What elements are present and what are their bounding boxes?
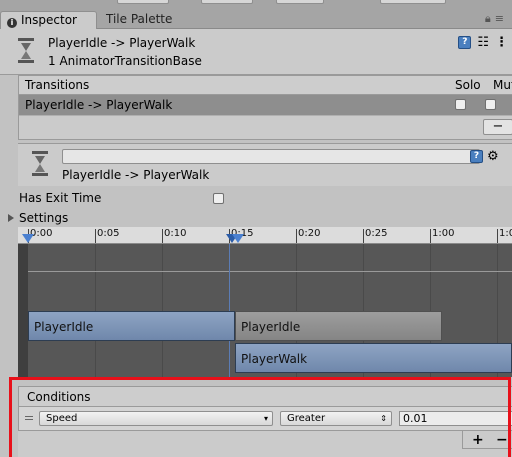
window-tab-strip: i Inspector Tile Palette 🔒︎≡ — [0, 0, 512, 29]
timeline-tick — [363, 229, 364, 243]
has-exit-time-label: Has Exit Time — [19, 191, 102, 205]
presets-icon[interactable]: ☷ — [477, 35, 489, 50]
mode-dropdown[interactable]: Greater ⇕ — [280, 411, 392, 426]
settings-label: Settings — [19, 211, 69, 225]
transition-row[interactable]: PlayerIdle -> PlayerWalk — [19, 95, 512, 115]
timeline-tick-label: 0:05 — [97, 228, 120, 239]
mute-column-label: Mute — [493, 78, 512, 92]
destination-clip-bar[interactable]: PlayerWalk — [235, 343, 512, 373]
transition-detail-title: PlayerIdle -> PlayerWalk — [62, 168, 210, 182]
timeline-tick-label: 0:10 — [164, 228, 187, 239]
inspector-title: PlayerIdle -> PlayerWalk — [48, 36, 196, 50]
header-tools: ? ☷ ⋮ — [458, 35, 508, 50]
source-clip-bar[interactable]: PlayerIdle — [28, 311, 235, 341]
settings-foldout[interactable]: Settings — [8, 211, 68, 225]
conditions-footer: + − — [462, 431, 512, 449]
tab-inspector[interactable]: i Inspector — [0, 11, 97, 29]
menu-icon[interactable]: ≡ — [495, 12, 508, 25]
condition-row[interactable]: Speed ▾ Greater ⇕ 0.01 — [18, 407, 512, 431]
timeline-tick — [430, 229, 431, 243]
has-exit-time-checkbox[interactable] — [213, 193, 224, 204]
parameter-value: Speed — [46, 413, 78, 424]
tab-label: Tile Palette — [106, 12, 173, 26]
chevron-down-icon: ▾ — [263, 414, 268, 423]
timeline-tick-label: 1:05 — [499, 228, 512, 239]
inspector-header: PlayerIdle -> PlayerWalk 1 AnimatorTrans… — [0, 29, 512, 75]
transition-timeline[interactable]: 0:00 0:05 0:10 0:15 0:20 0:25 1:00 1:05 … — [18, 227, 512, 377]
transition-end-marker[interactable] — [232, 234, 244, 243]
timeline-tick — [296, 229, 297, 243]
drag-handle-icon[interactable] — [25, 416, 33, 420]
solo-checkbox[interactable] — [455, 99, 466, 110]
transition-icon — [18, 38, 34, 63]
transitions-list: Transitions Solo Mute PlayerIdle -> Play… — [18, 75, 512, 140]
timeline-tick — [95, 229, 96, 243]
tab-label: Inspector — [21, 13, 77, 27]
more-icon[interactable]: ⋮ — [495, 35, 508, 50]
transitions-footer: − — [19, 115, 512, 139]
timeline-tick-label: 1:00 — [432, 228, 455, 239]
tab-tile-palette[interactable]: Tile Palette — [100, 11, 178, 29]
toolbar-button[interactable] — [201, 0, 253, 4]
timeline-track: PlayerIdle PlayerIdle PlayerWalk — [18, 244, 512, 377]
parameter-dropdown[interactable]: Speed ▾ — [39, 411, 273, 426]
timeline-tick — [497, 229, 498, 243]
toolbar-button[interactable] — [380, 0, 446, 4]
remove-transition-button[interactable]: − — [483, 119, 512, 135]
mute-checkbox[interactable] — [485, 99, 496, 110]
conditions-panel: Conditions Speed ▾ Greater ⇕ 0.01 + − — [18, 386, 512, 457]
transitions-label: Transitions — [25, 78, 90, 92]
threshold-field[interactable]: 0.01 — [399, 411, 512, 426]
help-icon[interactable]: ? — [470, 150, 483, 163]
transition-icon — [32, 151, 48, 176]
gear-icon[interactable]: ⚙︎ — [487, 149, 499, 164]
help-icon[interactable]: ? — [458, 36, 472, 49]
timeline-tick-label: 0:20 — [298, 228, 321, 239]
transitions-header: Transitions Solo Mute — [19, 76, 512, 95]
toolbar-button[interactable] — [276, 0, 324, 4]
remove-condition-button[interactable]: − — [496, 432, 508, 448]
timeline-tick — [162, 229, 163, 243]
transition-detail-header: ? ⚙︎ PlayerIdle -> PlayerWalk — [18, 143, 512, 186]
detail-tools: ? ⚙︎ — [470, 149, 499, 164]
chevron-updown-icon: ⇕ — [380, 414, 387, 423]
transition-name: PlayerIdle -> PlayerWalk — [25, 98, 173, 112]
curve-line — [28, 271, 512, 272]
conditions-header: Conditions — [18, 386, 512, 407]
track-gutter — [18, 244, 28, 377]
solo-column-label: Solo — [455, 78, 481, 92]
start-marker[interactable] — [22, 234, 34, 243]
timeline-tick-label: 0:25 — [365, 228, 388, 239]
add-condition-button[interactable]: + — [472, 432, 484, 448]
transition-name-field[interactable] — [62, 149, 480, 164]
toolbar-button[interactable] — [117, 0, 169, 4]
foldout-arrow-icon — [8, 214, 14, 222]
source-clip-remainder-bar[interactable]: PlayerIdle — [235, 311, 442, 341]
timeline-ruler: 0:00 0:05 0:10 0:15 0:20 0:25 1:00 1:05 — [18, 227, 512, 244]
info-icon: i — [7, 18, 17, 28]
inspector-subtitle: 1 AnimatorTransitionBase — [48, 54, 202, 68]
mode-value: Greater — [287, 413, 326, 424]
tab-options[interactable]: 🔒︎≡ — [485, 12, 508, 26]
lock-icon[interactable]: 🔒︎ — [485, 12, 495, 25]
